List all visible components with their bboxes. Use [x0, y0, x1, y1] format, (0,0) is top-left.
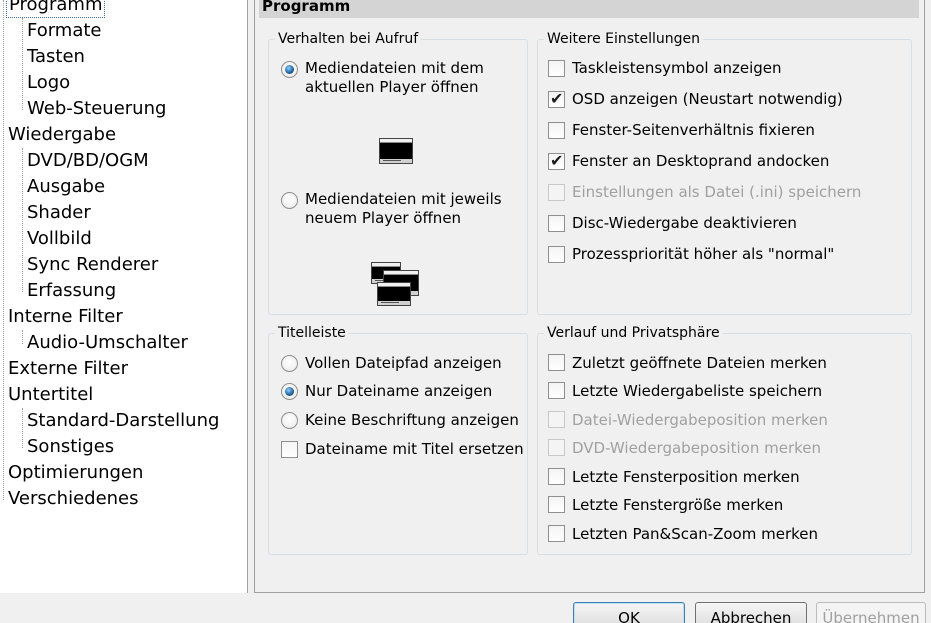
- tree-branch-connector: [22, 18, 23, 110]
- tree-item-sonstiges[interactable]: Sonstiges: [25, 436, 116, 460]
- checkbox-process-priority[interactable]: [548, 246, 565, 263]
- checkbox-save-ini: [548, 184, 565, 201]
- checkbox-dock-edge[interactable]: ✔: [548, 151, 565, 170]
- group-label: Titelleiste: [275, 323, 349, 343]
- tree-branch-connector: [22, 408, 23, 448]
- option-label: Dateiname mit Titel ersetzen: [305, 440, 524, 458]
- apply-button: Übernehmen: [816, 602, 926, 623]
- tree-item-wiedergabe[interactable]: Wiedergabe: [6, 124, 118, 148]
- tree-item-erfassung[interactable]: Erfassung: [25, 280, 118, 304]
- group-titlebar: Titelleiste Vollen Dateipfad anzeigen Nu…: [268, 323, 528, 555]
- checkbox-pan-scan-zoom[interactable]: [548, 525, 565, 542]
- page-title: Programm: [259, 0, 919, 18]
- option-label: Prozesspriorität höher als "normal": [572, 245, 835, 263]
- tree-item-optimierungen[interactable]: Optimierungen: [6, 462, 145, 486]
- group-further-settings: Weitere Einstellungen Taskleistensymbol …: [537, 29, 912, 315]
- checkbox-osd[interactable]: ✔: [548, 89, 565, 108]
- option-label: Fenster an Desktoprand andocken: [572, 152, 830, 170]
- checkmark-icon: ✔: [550, 151, 564, 170]
- tree-root-connector: [3, 0, 4, 500]
- tree-item-interne-filter[interactable]: Interne Filter: [6, 306, 125, 330]
- option-label: Letzte Wiedergabeliste speichern: [572, 382, 823, 400]
- group-label: Weitere Einstellungen: [544, 29, 704, 49]
- tree-item-standard-darstellung[interactable]: Standard-Darstellung: [25, 410, 221, 434]
- settings-tree: Programm Formate Tasten Logo Web-Steueru…: [0, 0, 248, 593]
- option-label: Einstellungen als Datei (.ini) speichern: [572, 183, 862, 201]
- multi-player-icon: [377, 282, 411, 306]
- tree-item-verschiedenes[interactable]: Verschiedenes: [6, 488, 141, 512]
- ok-button[interactable]: OK: [573, 602, 685, 623]
- tree-item-web-steuerung[interactable]: Web-Steuerung: [25, 98, 168, 122]
- radio-open-new-player[interactable]: [281, 192, 298, 209]
- option-label: DVD-Wiedergabeposition merken: [572, 439, 821, 457]
- radio-no-caption[interactable]: [281, 412, 298, 429]
- tree-item-untertitel[interactable]: Untertitel: [6, 384, 95, 408]
- cancel-button[interactable]: Abbrechen: [695, 602, 807, 623]
- tree-item-dvd-bd-ogm[interactable]: DVD/BD/OGM: [25, 150, 151, 174]
- option-label: Zuletzt geöffnete Dateien merken: [572, 354, 827, 372]
- option-label-line1: Mediendateien mit dem: [305, 59, 484, 77]
- option-label: Taskleistensymbol anzeigen: [572, 59, 782, 77]
- checkbox-taskbar-icon[interactable]: [548, 60, 565, 77]
- group-launch-behavior: Verhalten bei Aufruf Mediendateien mit d…: [268, 29, 528, 315]
- radio-filename-only[interactable]: [281, 383, 298, 400]
- tree-item-audio-umschalter[interactable]: Audio-Umschalter: [25, 332, 190, 356]
- tree-item-logo[interactable]: Logo: [25, 72, 72, 96]
- checkmark-icon: ✔: [550, 89, 564, 108]
- checkbox-replace-with-title[interactable]: [281, 441, 298, 458]
- option-label: Letzte Fensterposition merken: [572, 468, 800, 486]
- option-label: Vollen Dateipfad anzeigen: [305, 354, 502, 372]
- settings-page: Programm Verhalten bei Aufruf Mediendate…: [254, 0, 925, 593]
- option-label: OSD anzeigen (Neustart notwendig): [572, 90, 843, 108]
- option-label: Disc-Wiedergabe deaktivieren: [572, 214, 797, 232]
- tree-item-externe-filter[interactable]: Externe Filter: [6, 358, 130, 382]
- option-label-line2: aktuellen Player öffnen: [305, 78, 479, 96]
- radio-full-path[interactable]: [281, 355, 298, 372]
- checkbox-fix-aspect[interactable]: [548, 122, 565, 139]
- radio-open-current-player[interactable]: [281, 61, 298, 78]
- group-label: Verhalten bei Aufruf: [275, 29, 422, 49]
- checkbox-window-position[interactable]: [548, 468, 565, 485]
- group-label: Verlauf und Privatsphäre: [544, 323, 723, 343]
- checkbox-disable-disc[interactable]: [548, 215, 565, 232]
- tree-item-formate[interactable]: Formate: [25, 20, 104, 44]
- single-player-icon: [379, 138, 413, 164]
- checkbox-file-position: [548, 411, 565, 428]
- checkbox-dvd-position: [548, 439, 565, 456]
- group-history-privacy: Verlauf und Privatsphäre Zuletzt geöffne…: [537, 323, 912, 555]
- tree-branch-connector: [22, 330, 23, 344]
- option-label-line1: Mediendateien mit jeweils: [305, 190, 502, 208]
- option-label: Keine Beschriftung anzeigen: [305, 411, 519, 429]
- tree-item-ausgabe[interactable]: Ausgabe: [25, 176, 107, 200]
- tree-item-shader[interactable]: Shader: [25, 202, 93, 226]
- option-label: Letzten Pan&Scan-Zoom merken: [572, 525, 819, 543]
- tree-branch-connector: [22, 148, 23, 292]
- option-label: Fenster-Seitenverhältnis fixieren: [572, 121, 815, 139]
- tree-item-vollbild[interactable]: Vollbild: [25, 228, 94, 252]
- tree-item-tasten[interactable]: Tasten: [25, 46, 87, 70]
- option-label: Datei-Wiedergabeposition merken: [572, 411, 828, 429]
- checkbox-window-size[interactable]: [548, 496, 565, 513]
- checkbox-recent-files[interactable]: [548, 354, 565, 371]
- tree-item-sync-renderer[interactable]: Sync Renderer: [25, 254, 160, 278]
- option-label: Letzte Fenstergröße merken: [572, 496, 784, 514]
- option-label: Nur Dateiname anzeigen: [305, 382, 493, 400]
- tree-item-programm[interactable]: Programm: [6, 0, 106, 18]
- option-label-line2: neuem Player öffnen: [305, 209, 462, 227]
- checkbox-last-playlist[interactable]: [548, 382, 565, 399]
